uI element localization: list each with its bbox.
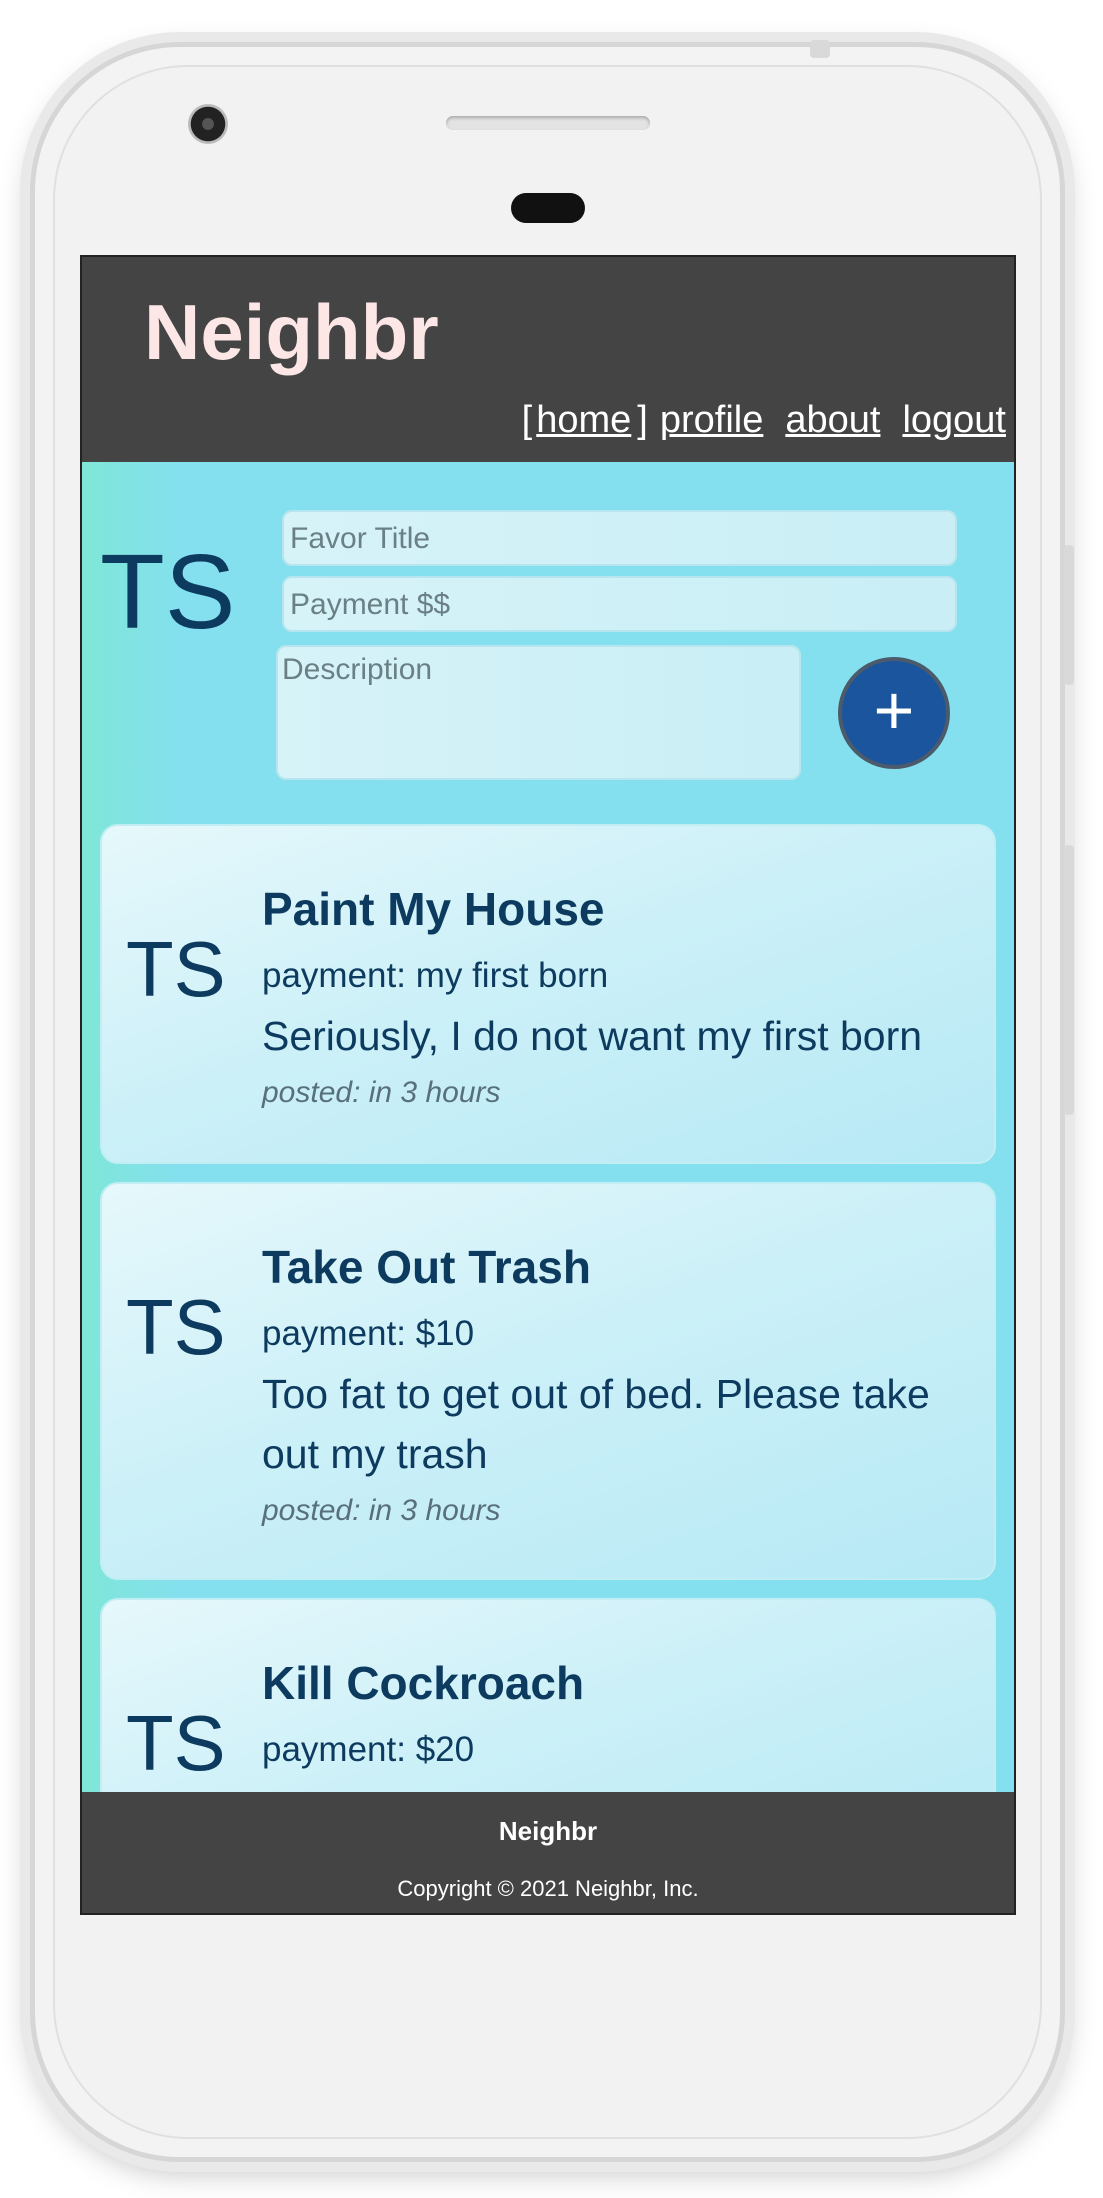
earpiece-speaker [446,116,650,130]
favor-avatar-initials: TS [126,1283,226,1371]
favor-posted-time: posted: in 3 hours [262,1494,501,1527]
favor-payment: payment: $20 [262,1730,475,1769]
favor-avatar-initials: TS [126,1699,226,1787]
footer-brand: Neighbr [498,1816,598,1846]
phone-power-button [1064,545,1074,685]
user-avatar-initials: TS [100,533,236,651]
nav-close-bracket: ] [637,399,648,441]
plus-icon: + [873,671,915,749]
favor-payment: payment: my first born [262,956,609,995]
nav-about-link[interactable]: about [785,399,880,442]
description-textarea[interactable]: Description [276,645,801,780]
payment-input[interactable]: Payment $$ [282,576,957,632]
main-nav: [ home ] profile about logout [522,399,1006,442]
nav-logout-link[interactable]: logout [902,399,1006,442]
phone-top-button [810,40,830,58]
favor-posted-time: posted: in 3 hours [262,1076,501,1109]
front-camera [188,104,228,144]
favor-title: Take Out Trash [262,1241,591,1293]
brand-title: Neighbr [144,288,439,376]
favor-avatar-initials: TS [126,925,226,1013]
favor-payment: payment: $10 [262,1314,475,1353]
new-favor-form: TS Favor Title Payment $$ Description + [82,462,1014,792]
proximity-sensor [511,193,585,223]
favor-title: Kill Cockroach [262,1657,585,1709]
nav-home-link[interactable]: home [536,399,631,442]
nav-profile-link[interactable]: profile [660,399,764,442]
favor-description: Seriously, I do not want my first born [262,1013,923,1059]
add-favor-button[interactable]: + [838,657,950,769]
footer-copyright: Copyright © 2021 Neighbr, Inc. [397,1876,699,1901]
app-screen: Neighbr [ home ] profile about logout TS… [80,255,1016,1915]
favor-card[interactable]: TS Take Out Trash payment: $10 Too fat t… [100,1182,996,1580]
favor-title-input[interactable]: Favor Title [282,510,957,566]
favor-title: Paint My House [262,883,605,935]
app-header: Neighbr [ home ] profile about logout [82,257,1014,462]
app-footer: Neighbr Copyright © 2021 Neighbr, Inc. [82,1792,1014,1913]
nav-open-bracket: [ [521,399,533,441]
favor-card[interactable]: TS Paint My House payment: my first born… [100,824,996,1164]
phone-volume-button [1064,845,1074,1115]
favor-description: Too fat to get out of bed. Please take o… [262,1371,930,1477]
